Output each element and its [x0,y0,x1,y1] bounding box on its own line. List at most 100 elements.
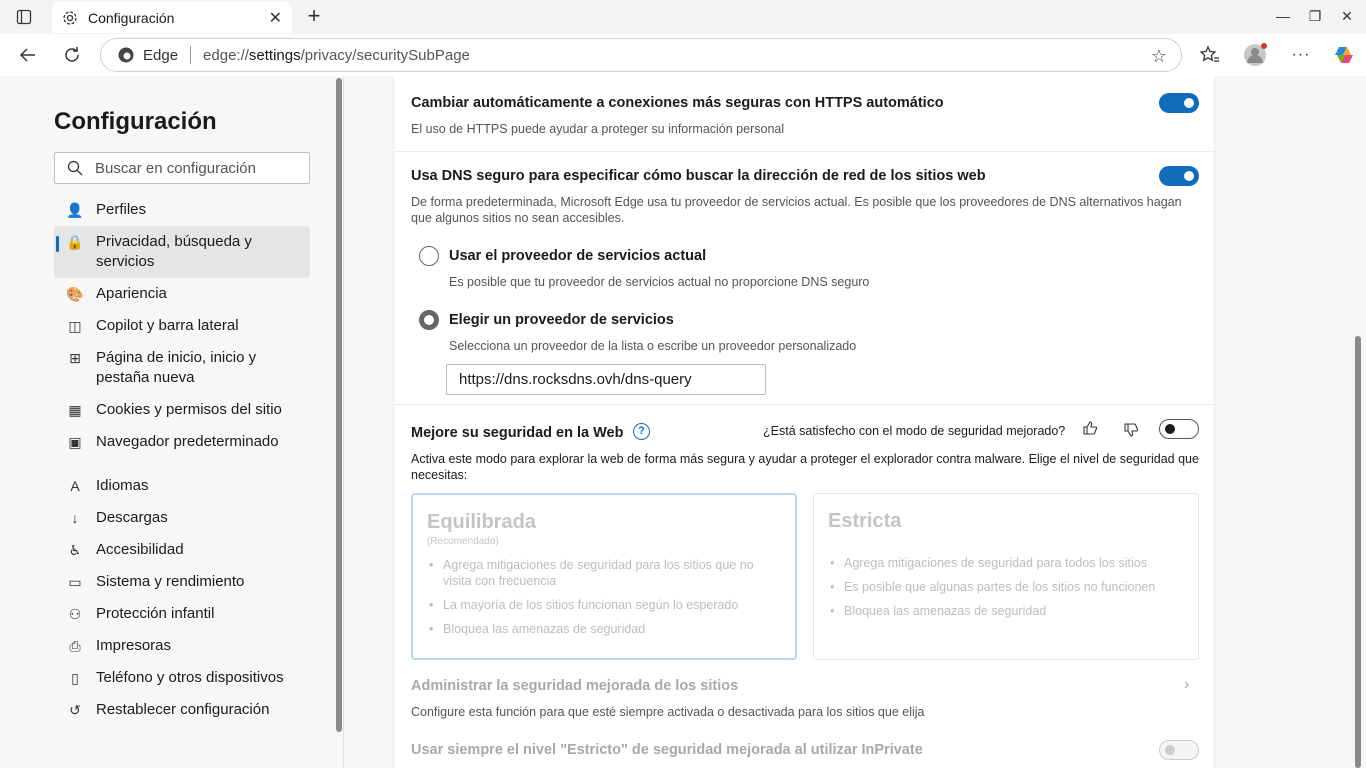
navigation-bar: Edge edge://settings/privacy/securitySub… [0,34,1366,76]
chevron-right-icon[interactable]: › [1184,676,1189,694]
help-icon[interactable]: ? [633,423,650,440]
sidebar-item-label: Perfiles [96,201,147,218]
sidebar-item-proteccion-infantil[interactable]: ⚇ Protección infantil [54,598,310,630]
favorites-list-icon [1200,45,1219,62]
thumbs-up-button[interactable] [1082,420,1098,441]
sidebar-item-sistema[interactable]: ▭ Sistema y rendimiento [54,566,310,598]
balanced-level-card[interactable]: Equilibrada (Recomendado) Agrega mitigac… [411,493,797,660]
enhanced-security-title: Mejore su seguridad en la Web [411,425,624,441]
sidebar-item-navegador[interactable]: ▣ Navegador predeterminado [54,426,310,458]
dns-provider-input[interactable] [446,364,766,395]
sidebar-item-restablecer[interactable]: ↺ Restablecer configuración [54,694,310,726]
phone-icon: ▯ [71,670,79,686]
settings-search[interactable] [54,152,310,184]
inprivate-strict-toggle[interactable] [1159,740,1199,760]
minimize-button[interactable]: — [1274,8,1292,24]
accessibility-icon: ♿ [68,542,82,558]
https-toggle[interactable] [1159,93,1199,113]
settings-main: Cambiar automáticamente a conexiones más… [345,76,1362,768]
sidebar-item-label: Restablecer configuración [96,701,270,718]
search-input[interactable] [95,159,295,177]
search-icon [67,160,83,176]
sidebar-item-label: Copilot y barra lateral [96,317,239,334]
palette-icon: 🎨 [66,286,84,302]
edge-logo-icon [118,47,134,63]
copilot-icon [1335,47,1353,63]
sidebar-icon: ◫ [68,318,82,334]
sidebar-item-accesibilidad[interactable]: ♿ Accesibilidad [54,534,310,566]
tab-actions-button[interactable] [8,6,40,28]
sidebar-item-pagina-inicio[interactable]: ⊞ Página de inicio, inicio y pestaña nue… [54,342,310,394]
thumbs-down-icon [1124,423,1139,437]
sidebar-scrollbar[interactable] [336,78,342,732]
back-button[interactable] [16,43,40,67]
divider [394,404,1216,405]
url-host: settings [248,46,301,64]
sidebar-item-apariencia[interactable]: 🎨 Apariencia [54,278,310,310]
refresh-icon [65,47,79,62]
copilot-button[interactable] [1332,43,1356,67]
dns-toggle[interactable] [1159,166,1199,186]
list-item: Es posible que algunas partes de los sit… [828,579,1184,595]
laptop-icon: ▭ [68,574,82,590]
enhanced-security-toggle[interactable] [1159,419,1199,439]
inprivate-strict-title: Usar siempre el nivel "Estricto" de segu… [411,742,923,758]
sidebar-item-telefono[interactable]: ▯ Teléfono y otros dispositivos [54,662,310,694]
sidebar-item-label: Apariencia [96,285,167,302]
balanced-subtitle: (Recomendado) [427,536,499,547]
sidebar-item-label: Página de inicio, inicio y pestaña nueva [96,349,257,386]
sidebar-item-copilot[interactable]: ◫ Copilot y barra lateral [54,310,310,342]
browser-tab[interactable]: Configuración ✕ [52,2,292,33]
sidebar-item-label: Privacidad, búsqueda y servicios [96,233,252,270]
enhanced-security-desc: Activa este modo para explorar la web de… [411,452,1199,482]
thumbs-down-button[interactable] [1123,422,1139,443]
address-bar[interactable]: Edge edge://settings/privacy/securitySub… [100,38,1182,72]
refresh-button[interactable] [60,43,84,67]
dns-setting-title: Usa DNS seguro para especificar cómo bus… [411,168,986,184]
sidebar-item-descargas[interactable]: ↓ Descargas [54,502,310,534]
sidebar-item-label: Cookies y permisos del sitio [96,401,282,418]
favorite-star-icon[interactable]: ☆ [1151,46,1167,67]
dns-choose-provider-radio[interactable] [419,310,439,330]
profile-button[interactable] [1243,43,1267,67]
sidebar-nav: 👤 Perfiles 🔒 Privacidad, búsqueda y serv… [54,194,310,726]
list-item: Agrega mitigaciones de seguridad para lo… [427,557,781,589]
divider [394,151,1216,152]
edge-label: Edge [143,46,179,64]
back-arrow-icon [19,48,35,62]
sidebar-item-label: Protección infantil [96,605,215,622]
list-item: La mayoría de los sitios funcionan según… [427,597,781,613]
main-scrollbar[interactable] [1355,336,1361,768]
manage-sites-title[interactable]: Administrar la seguridad mejorada de los… [411,678,738,694]
dns-current-provider-radio[interactable] [419,246,439,266]
sidebar-item-cookies[interactable]: ▦ Cookies y permisos del sitio [54,394,310,426]
cookie-icon: ▦ [68,402,82,418]
reset-icon: ↺ [69,702,81,718]
thumbs-up-icon [1083,421,1098,435]
settings-sidebar: Configuración 👤 Perfiles 🔒 Privacidad, b… [4,76,344,768]
sidebar-item-label: Impresoras [96,637,172,654]
sidebar-item-impresoras[interactable]: ⎙ Impresoras [54,630,310,662]
new-tab-button[interactable]: + [302,5,326,29]
sidebar-item-perfiles[interactable]: 👤 Perfiles [54,194,310,226]
close-window-button[interactable]: ✕ [1338,8,1356,25]
browser-icon: ▣ [68,434,82,450]
security-card: Cambiar automáticamente a conexiones más… [393,76,1216,768]
more-options-button[interactable]: ··· [1289,43,1313,67]
favorites-button[interactable] [1198,43,1222,67]
strict-level-card[interactable]: Estricta Agrega mitigaciones de segurida… [813,493,1199,660]
sidebar-item-label: Accesibilidad [96,541,184,558]
avatar-icon [1244,43,1267,66]
list-item: Bloquea las amenazas de seguridad [427,621,781,637]
close-tab-icon[interactable]: ✕ [269,8,282,28]
language-icon: A [70,478,80,494]
maximize-button[interactable]: ❐ [1306,8,1324,25]
ellipsis-icon: ··· [1291,46,1311,63]
sidebar-item-idiomas[interactable]: A Idiomas [54,470,310,502]
dns-current-provider-label: Usar el proveedor de servicios actual [449,248,707,264]
profile-icon: 👤 [66,202,84,218]
balanced-title: Equilibrada [427,511,536,533]
dns-setting-desc: De forma predeterminada, Microsoft Edge … [411,195,1182,225]
tab-title: Configuración [88,9,175,26]
sidebar-item-privacidad[interactable]: 🔒 Privacidad, búsqueda y servicios [54,226,310,278]
